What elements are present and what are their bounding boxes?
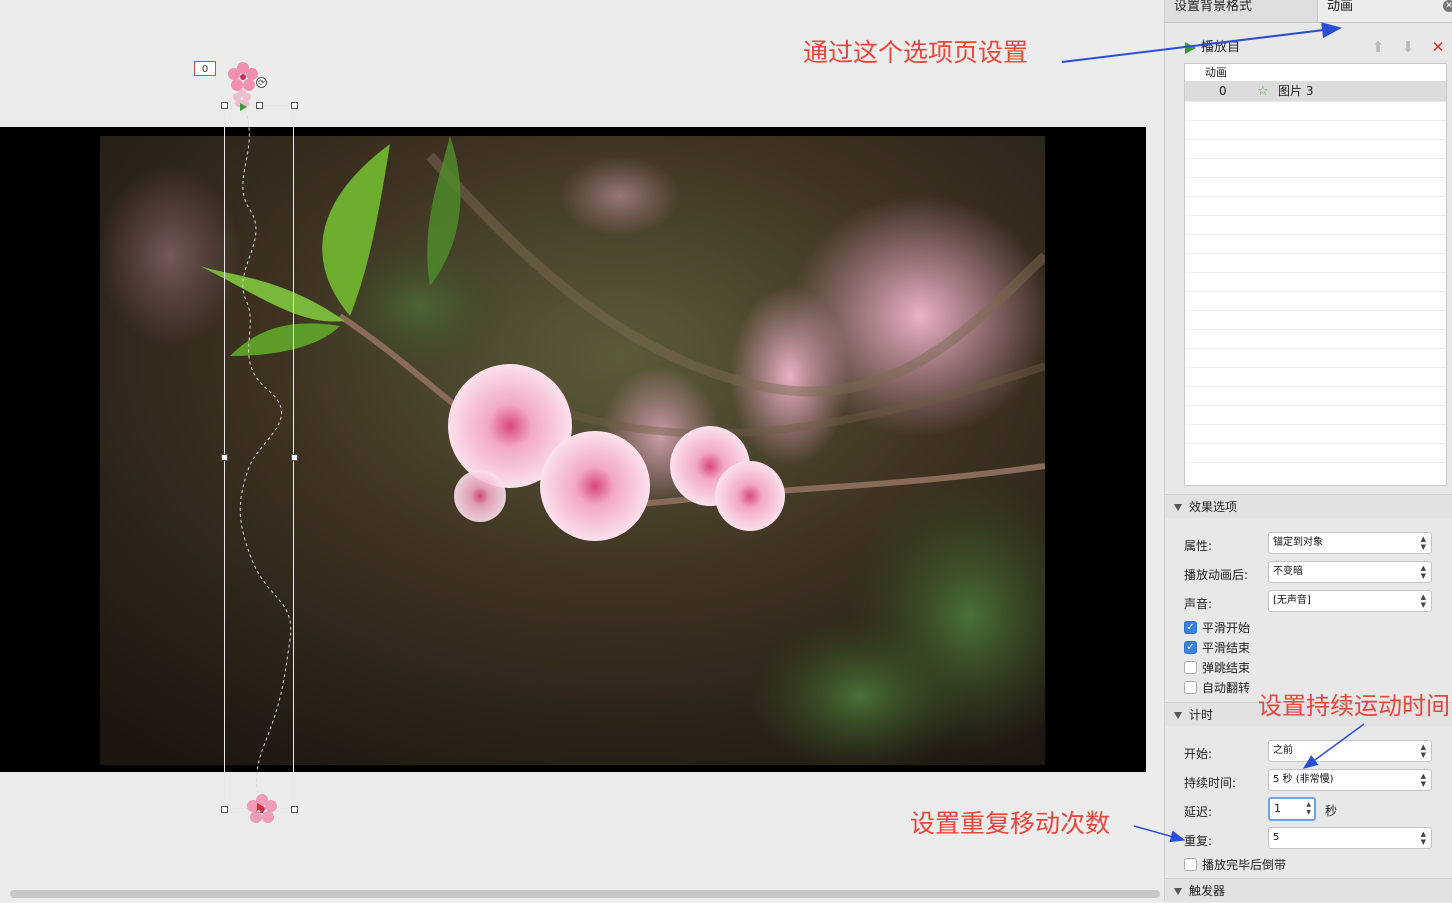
sound-label: 声音: bbox=[1184, 597, 1213, 611]
stepper-arrows-icon: ▲ ▼ bbox=[1420, 593, 1426, 609]
property-label: 属性: bbox=[1184, 539, 1213, 553]
bounce-end-label: 弹跳结束 bbox=[1202, 661, 1251, 675]
property-value: 锚定到对象 bbox=[1273, 537, 1323, 548]
play-icon bbox=[1185, 42, 1196, 54]
animation-order: 0 bbox=[1219, 84, 1227, 98]
after-animation-select[interactable]: 不变暗 ▲ ▼ bbox=[1268, 561, 1432, 583]
stepper-arrows-icon: ▲ ▼ bbox=[1420, 772, 1426, 788]
move-up-icon[interactable]: ⬆ bbox=[1369, 38, 1387, 56]
annotation-repeat-hint: 设置重复移动次数 bbox=[910, 809, 1111, 838]
resize-handle[interactable] bbox=[221, 454, 228, 461]
smooth-start-label: 平滑开始 bbox=[1202, 621, 1251, 635]
panel-tabbar: 设置背景格式 动画 ✕ bbox=[1165, 0, 1452, 23]
delay-label: 延迟: bbox=[1184, 805, 1213, 819]
after-animation-value: 不变暗 bbox=[1273, 566, 1303, 577]
resize-handle[interactable] bbox=[291, 102, 298, 109]
checkbox-unchecked-icon bbox=[1184, 681, 1197, 694]
chevron-down-icon bbox=[1174, 712, 1182, 719]
stepper-arrows-icon: ▲ ▼ bbox=[1420, 830, 1426, 846]
animation-list-header: 动画 bbox=[1185, 64, 1446, 82]
delay-stepper[interactable]: 1 ▲ ▼ bbox=[1268, 797, 1316, 821]
stepper-arrows-icon: ▲ ▼ bbox=[1420, 535, 1426, 551]
resize-handle[interactable] bbox=[291, 806, 298, 813]
move-down-icon[interactable]: ⬇ bbox=[1399, 38, 1417, 56]
motion-path[interactable] bbox=[0, 0, 1164, 901]
resize-handle[interactable] bbox=[256, 102, 263, 109]
list-item[interactable]: 0 ☆ 图片 3 bbox=[1185, 82, 1446, 102]
stepper-arrows-icon[interactable]: ▲ ▼ bbox=[1306, 801, 1311, 817]
delete-icon[interactable]: ✕ bbox=[1429, 38, 1447, 56]
delay-value: 1 bbox=[1274, 802, 1281, 815]
section-trigger[interactable]: 触发器 bbox=[1165, 878, 1452, 902]
resize-handle[interactable] bbox=[221, 806, 228, 813]
start-value: 之前 bbox=[1273, 745, 1293, 756]
delay-unit: 秒 bbox=[1325, 804, 1338, 818]
smooth-end-label: 平滑结束 bbox=[1202, 641, 1251, 655]
sound-select[interactable]: [无声音] ▲ ▼ bbox=[1268, 590, 1432, 612]
section-effect-options-title: 效果选项 bbox=[1189, 500, 1238, 514]
duration-value: 5 秒 (非常慢) bbox=[1273, 774, 1334, 785]
rewind-label: 播放完毕后倒带 bbox=[1202, 858, 1287, 872]
path-end-marker-icon bbox=[257, 803, 264, 811]
duration-label: 持续时间: bbox=[1184, 776, 1237, 790]
motion-path-bounding-box[interactable] bbox=[224, 105, 294, 809]
property-select[interactable]: 锚定到对象 ▲ ▼ bbox=[1268, 532, 1432, 554]
path-start-marker-icon bbox=[240, 103, 247, 111]
annotation-tab-hint: 通过这个选项页设置 bbox=[803, 38, 1029, 67]
play-from-label: 播放自 bbox=[1201, 40, 1241, 55]
duration-select[interactable]: 5 秒 (非常慢) ▲ ▼ bbox=[1268, 769, 1432, 791]
repeat-value: 5 bbox=[1273, 832, 1280, 843]
tab-animation[interactable]: 动画 bbox=[1317, 0, 1452, 22]
animation-list: 动画 0 ☆ 图片 3 bbox=[1184, 63, 1447, 486]
stepper-arrows-icon: ▲ ▼ bbox=[1420, 743, 1426, 759]
animation-toolbar: 播放自 ⬆ ⬇ ✕ bbox=[1165, 36, 1452, 60]
section-timing-title: 计时 bbox=[1189, 708, 1214, 722]
checkbox-unchecked-icon bbox=[1184, 858, 1197, 871]
tab-background-format[interactable]: 设置背景格式 bbox=[1165, 0, 1317, 22]
checkbox-unchecked-icon bbox=[1184, 661, 1197, 674]
chevron-down-icon bbox=[1174, 888, 1182, 895]
checkbox-checked-icon: ✓ bbox=[1184, 621, 1197, 634]
motion-path-star-icon: ☆ bbox=[1257, 84, 1269, 99]
start-select[interactable]: 之前 ▲ ▼ bbox=[1268, 740, 1432, 762]
resize-handle[interactable] bbox=[221, 102, 228, 109]
annotation-duration-hint: 设置持续运动时间 bbox=[1258, 692, 1450, 720]
checkbox-checked-icon: ✓ bbox=[1184, 641, 1197, 654]
section-effect-options[interactable]: 效果选项 bbox=[1165, 494, 1452, 518]
chevron-down-icon bbox=[1174, 504, 1182, 511]
start-label: 开始: bbox=[1184, 747, 1213, 761]
play-from-button[interactable]: 播放自 bbox=[1183, 39, 1240, 57]
repeat-select[interactable]: 5 ▲ ▼ bbox=[1268, 827, 1432, 849]
stepper-arrows-icon: ▲ ▼ bbox=[1420, 564, 1426, 580]
section-trigger-title: 触发器 bbox=[1189, 884, 1226, 898]
close-icon[interactable]: ✕ bbox=[1443, 0, 1452, 12]
animation-target-name: 图片 3 bbox=[1278, 84, 1314, 98]
auto-reverse-label: 自动翻转 bbox=[1202, 681, 1251, 695]
after-animation-label: 播放动画后: bbox=[1184, 568, 1249, 582]
sound-value: [无声音] bbox=[1273, 595, 1311, 606]
slide-editor: 0 ⟳ 通过这个选项页设置 设置重复移动次数 bbox=[0, 0, 1164, 901]
repeat-label: 重复: bbox=[1184, 834, 1213, 848]
horizontal-scrollbar[interactable] bbox=[10, 890, 1160, 898]
resize-handle[interactable] bbox=[291, 454, 298, 461]
format-panel: 设置背景格式 动画 ✕ 播放自 ⬆ ⬇ ✕ 动画 0 ☆ 图片 3 效果选项 属… bbox=[1164, 0, 1452, 902]
